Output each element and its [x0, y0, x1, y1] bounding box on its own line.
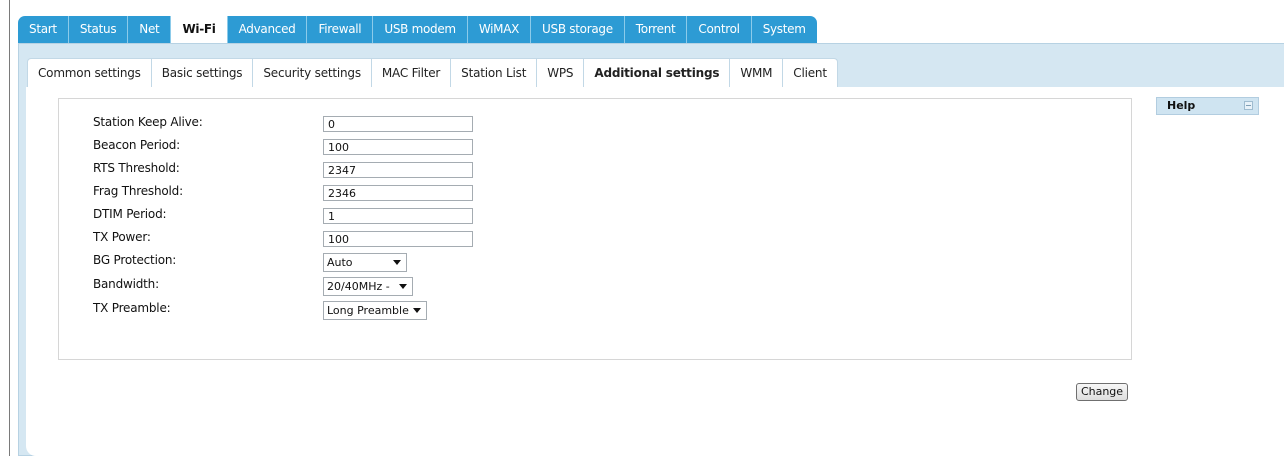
row-beacon-period: Beacon Period: 100 — [59, 136, 1131, 158]
tab-advanced[interactable]: Advanced — [227, 16, 308, 43]
tab-control[interactable]: Control — [687, 16, 752, 43]
tx-preamble-select[interactable]: Long Preamble — [323, 301, 427, 320]
collapse-icon[interactable] — [1244, 101, 1253, 110]
tab-status[interactable]: Status — [68, 16, 129, 43]
bandwidth-value: 20/40MHz - — [327, 280, 390, 293]
tab-usb-modem[interactable]: USB modem — [373, 16, 468, 43]
dtim-period-label: DTIM Period: — [93, 207, 167, 221]
row-bandwidth: Bandwidth: 20/40MHz - — [59, 275, 1131, 297]
main-tab-bar: Start Status Net Wi-Fi Advanced Firewall… — [18, 16, 817, 43]
content-panel: Common settings Basic settings Security … — [18, 43, 1284, 456]
beacon-period-input[interactable]: 100 — [323, 139, 473, 155]
row-station-keep-alive: Station Keep Alive: 0 — [59, 113, 1131, 135]
station-keep-alive-input[interactable]: 0 — [323, 116, 473, 132]
beacon-period-label: Beacon Period: — [93, 138, 180, 152]
bg-protection-label: BG Protection: — [93, 253, 177, 267]
subtab-mac-filter[interactable]: MAC Filter — [371, 58, 452, 87]
change-button[interactable]: Change — [1076, 383, 1128, 401]
row-tx-preamble: TX Preamble: Long Preamble — [59, 299, 1131, 321]
tab-firewall[interactable]: Firewall — [307, 16, 374, 43]
bg-protection-select[interactable]: Auto — [323, 253, 407, 272]
tx-preamble-value: Long Preamble — [327, 304, 409, 317]
help-panel-header[interactable]: Help — [1156, 97, 1259, 115]
tx-power-input[interactable]: 100 — [323, 231, 473, 247]
chevron-down-icon — [393, 260, 401, 265]
bg-protection-value: Auto — [327, 256, 353, 269]
row-dtim-period: DTIM Period: 1 — [59, 205, 1131, 227]
row-frag-threshold: Frag Threshold: 2346 — [59, 182, 1131, 204]
chevron-down-icon — [413, 308, 421, 313]
tx-power-label: TX Power: — [93, 230, 151, 244]
subtab-additional-settings[interactable]: Additional settings — [584, 58, 731, 87]
tab-wifi[interactable]: Wi-Fi — [171, 16, 228, 43]
tx-preamble-label: TX Preamble: — [93, 301, 171, 315]
tab-torrent[interactable]: Torrent — [624, 16, 688, 43]
row-rts-threshold: RTS Threshold: 2347 — [59, 159, 1131, 181]
settings-page-body: Station Keep Alive: 0 Beacon Period: 100… — [26, 87, 1284, 456]
frag-threshold-label: Frag Threshold: — [93, 184, 183, 198]
subtab-station-list[interactable]: Station List — [451, 58, 538, 87]
subtab-wps[interactable]: WPS — [537, 58, 585, 87]
tab-net[interactable]: Net — [128, 16, 172, 43]
sub-tab-bar: Common settings Basic settings Security … — [27, 58, 838, 87]
frag-threshold-input[interactable]: 2346 — [323, 185, 473, 201]
help-title: Help — [1167, 99, 1196, 112]
rts-threshold-label: RTS Threshold: — [93, 161, 180, 175]
rts-threshold-input[interactable]: 2347 — [323, 162, 473, 178]
additional-settings-form: Station Keep Alive: 0 Beacon Period: 100… — [58, 98, 1132, 360]
subtab-common-settings[interactable]: Common settings — [27, 58, 152, 87]
tab-wimax[interactable]: WiMAX — [467, 16, 532, 43]
subtab-wmm[interactable]: WMM — [730, 58, 784, 87]
subtab-basic-settings[interactable]: Basic settings — [151, 58, 254, 87]
window-edge-line — [9, 0, 10, 456]
bandwidth-select[interactable]: 20/40MHz - — [323, 277, 413, 296]
tab-system[interactable]: System — [751, 16, 817, 43]
subtab-security-settings[interactable]: Security settings — [253, 58, 372, 87]
bandwidth-label: Bandwidth: — [93, 277, 159, 291]
dtim-period-input[interactable]: 1 — [323, 208, 473, 224]
chevron-down-icon — [399, 284, 407, 289]
tab-usb-storage[interactable]: USB storage — [531, 16, 625, 43]
subtab-client[interactable]: Client — [783, 58, 838, 87]
row-bg-protection: BG Protection: Auto — [59, 251, 1131, 273]
tab-start[interactable]: Start — [18, 16, 69, 43]
station-keep-alive-label: Station Keep Alive: — [93, 115, 203, 129]
row-tx-power: TX Power: 100 — [59, 228, 1131, 250]
